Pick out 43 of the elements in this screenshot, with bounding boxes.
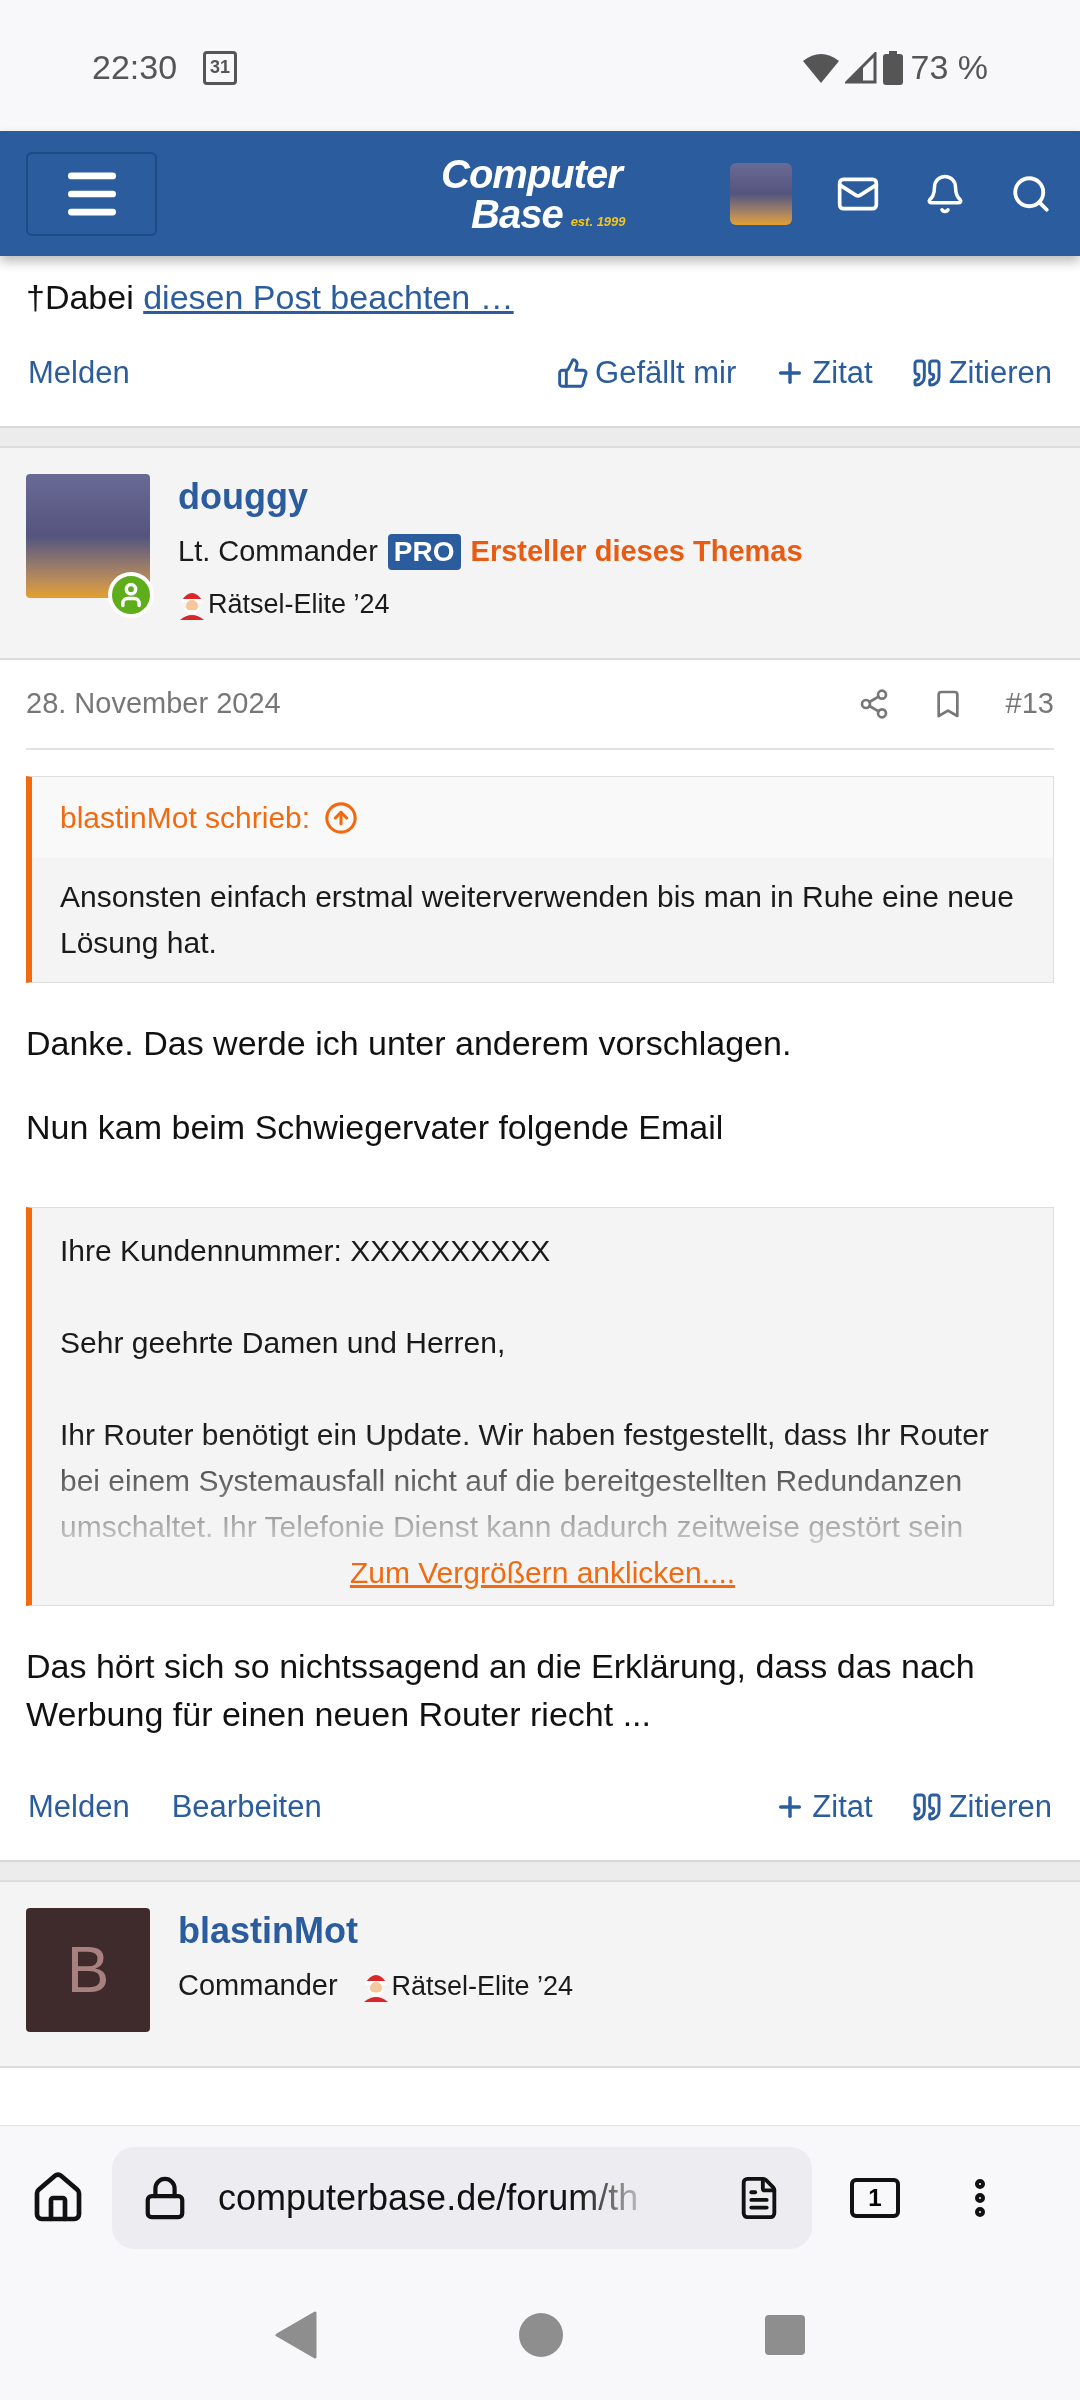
tab-count-button[interactable]: 1 [850, 2178, 900, 2218]
post-action-link[interactable]: Melden [28, 349, 130, 397]
battery-percentage: 73 % [910, 47, 988, 88]
back-icon[interactable] [275, 2311, 317, 2359]
clock-time: 22:30 [92, 47, 178, 88]
wifi-icon [802, 52, 839, 83]
site-logo[interactable]: Computer Base est. 1999 [441, 153, 641, 234]
award-label: Rätsel-Elite ’24 [208, 587, 390, 621]
post-number-link[interactable]: #13 [1005, 682, 1054, 726]
menu-button[interactable] [26, 151, 157, 236]
post-action-link[interactable]: Zitieren [910, 349, 1052, 397]
pro-badge: PRO [387, 533, 461, 570]
username-link[interactable]: douggy [178, 474, 803, 520]
thumbs-up-icon [557, 357, 590, 389]
jump-up-icon[interactable] [324, 800, 359, 835]
signal-icon [844, 51, 877, 84]
thread-starter-label: Ersteller dieses Themas [470, 534, 803, 569]
post-action-link[interactable]: Zitieren [910, 1783, 1052, 1831]
calendar-icon: 31 [203, 50, 238, 85]
award-label: Rätsel-Elite ’24 [391, 1969, 574, 2003]
post-text: Das hört sich so nichtssagend an die Erklärung, dass das nach Werbung für einen neuen Router riecht ... [26, 1646, 976, 1735]
quote-text: Sehr geehrte Damen und Herren, [60, 1325, 507, 1361]
post-action-link[interactable]: Zitat [774, 1783, 873, 1831]
battery-icon [882, 50, 903, 85]
avatar-letter[interactable]: B [26, 1908, 150, 2032]
user-avatar-button[interactable] [730, 162, 792, 225]
post-action-link[interactable]: Melden [28, 1783, 130, 1831]
user-rank: Commander [178, 1968, 338, 2003]
post-text: †Dabei diesen Post beachten … [25, 277, 515, 318]
post-date: 28. November 2024 [26, 686, 281, 722]
quote-text: Ansonsten einfach erstmal weiterverwenden bis man in Ruhe eine neue Lösung hat. [59, 879, 1015, 961]
post-link[interactable]: diesen Post beachten … [143, 278, 514, 316]
address-bar[interactable]: computerbase.de/forum/th [112, 2147, 812, 2249]
home-circle-icon[interactable] [517, 2311, 565, 2359]
username-link[interactable]: blastinMot [178, 1908, 574, 1954]
post-text: Nun kam beim Schwiegervater folgende Email [26, 1107, 725, 1148]
post-action-link[interactable]: Zitat [774, 349, 873, 397]
post-action-link[interactable]: Gefällt mir [557, 349, 737, 397]
user-rank: Lt. Commander [178, 534, 378, 569]
avatar-image[interactable] [26, 474, 150, 598]
quote-text: Ihre Kundennummer: XXXXXXXXXX [60, 1233, 552, 1269]
post-action-link[interactable]: Bearbeiten [171, 1783, 322, 1831]
post-text: Danke. Das werde ich unter anderem vorschlagen. [26, 1023, 793, 1064]
